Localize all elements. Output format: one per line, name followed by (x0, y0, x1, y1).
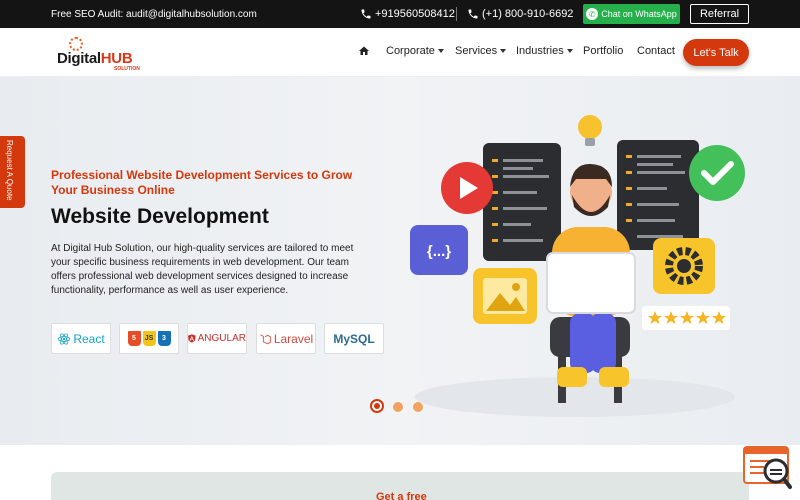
nav-portfolio[interactable]: Portfolio (583, 45, 623, 57)
react-label: React (73, 331, 105, 346)
phone-1[interactable]: +919560508412 (360, 8, 455, 20)
angular-shield-icon (188, 334, 196, 343)
hero-subtitle: Professional Website Development Service… (51, 168, 353, 197)
hero-title: Website Development (51, 205, 269, 228)
top-bar-divider (456, 7, 457, 21)
play-icon (441, 162, 493, 214)
mysql-logo: MySQL (324, 323, 384, 354)
code-braces-icon: {...} (410, 225, 468, 275)
chevron-down-icon (437, 49, 444, 53)
phone-2-text: (+1) 800-910-6692 (482, 8, 574, 20)
referral-button[interactable]: Referral (690, 4, 749, 24)
carousel-dot-2[interactable] (393, 402, 403, 412)
laravel-label: Laravel (273, 331, 314, 346)
logo-word-digital: Digital (57, 50, 101, 67)
whatsapp-label: Chat on WhatsApp (601, 9, 677, 19)
html5-icon: 5 (127, 331, 141, 346)
logo-subtext: SOLUTION (114, 66, 140, 72)
css3-icon: 3 (157, 331, 171, 346)
code-braces-text: {...} (427, 243, 451, 260)
digital-hub-logo[interactable]: DigitalHUB SOLUTION (57, 37, 140, 72)
laravel-icon (260, 334, 271, 345)
request-quote-label: Request A Quote (5, 140, 14, 201)
lightbulb-icon (578, 115, 602, 146)
chevron-down-icon (566, 49, 573, 53)
angular-label: ANGULAR (197, 333, 246, 344)
react-atom-icon (58, 332, 71, 345)
nav-industries-label: Industries (516, 45, 564, 57)
main-header: DigitalHUB SOLUTION Corporate Services I… (0, 28, 800, 77)
phone-icon (361, 9, 371, 19)
developer-illustration: {...} (410, 115, 745, 417)
whatsapp-chat-button[interactable]: ✆ Chat on WhatsApp (583, 4, 680, 24)
react-logo: React (51, 323, 111, 354)
lets-talk-button[interactable]: Let's Talk (683, 39, 749, 66)
html-css-js-logo: 5 JS 3 (119, 323, 179, 354)
chevron-down-icon (500, 49, 507, 53)
carousel-dot-1[interactable] (370, 399, 384, 413)
phone-1-text: +919560508412 (375, 8, 455, 20)
hero-description: At Digital Hub Solution, our high-qualit… (51, 243, 354, 296)
hero-section: Professional Website Development Service… (0, 77, 800, 445)
phone-2[interactable]: (+1) 800-910-6692 (467, 8, 573, 20)
nav-services-label: Services (455, 45, 498, 57)
free-offer-title: Get a free (376, 491, 427, 500)
nav-corporate[interactable]: Corporate (386, 45, 444, 57)
logo-mark-icon (69, 37, 83, 51)
floating-search-icon[interactable] (742, 445, 792, 491)
request-quote-tab[interactable]: Request A Quote (0, 136, 25, 208)
mysql-label: MySQL (333, 331, 375, 346)
check-icon (689, 145, 745, 201)
logo-text: DigitalHUB (57, 50, 133, 67)
gear-icon (653, 238, 715, 294)
carousel-dot-3[interactable] (413, 402, 423, 412)
js-icon: JS (142, 331, 156, 346)
bottom-section: Get a free (0, 445, 800, 500)
nav-industries[interactable]: Industries (516, 45, 573, 57)
nav-corporate-label: Corporate (386, 45, 435, 57)
phone-icon (468, 9, 478, 19)
top-bar: Free SEO Audit: audit@digitalhubsolution… (0, 0, 800, 28)
nav-services[interactable]: Services (455, 45, 507, 57)
free-offer-card: Get a free (51, 472, 749, 500)
seo-audit-email[interactable]: Free SEO Audit: audit@digitalhubsolution… (51, 9, 257, 20)
whatsapp-icon: ✆ (586, 8, 599, 20)
laravel-logo: Laravel (256, 323, 316, 354)
angular-logo: ANGULAR (187, 323, 247, 354)
logo-word-hub: HUB (100, 50, 133, 67)
home-icon[interactable] (358, 45, 370, 57)
image-icon (473, 268, 537, 324)
rating-stars (642, 306, 730, 330)
nav-contact[interactable]: Contact (637, 45, 675, 57)
